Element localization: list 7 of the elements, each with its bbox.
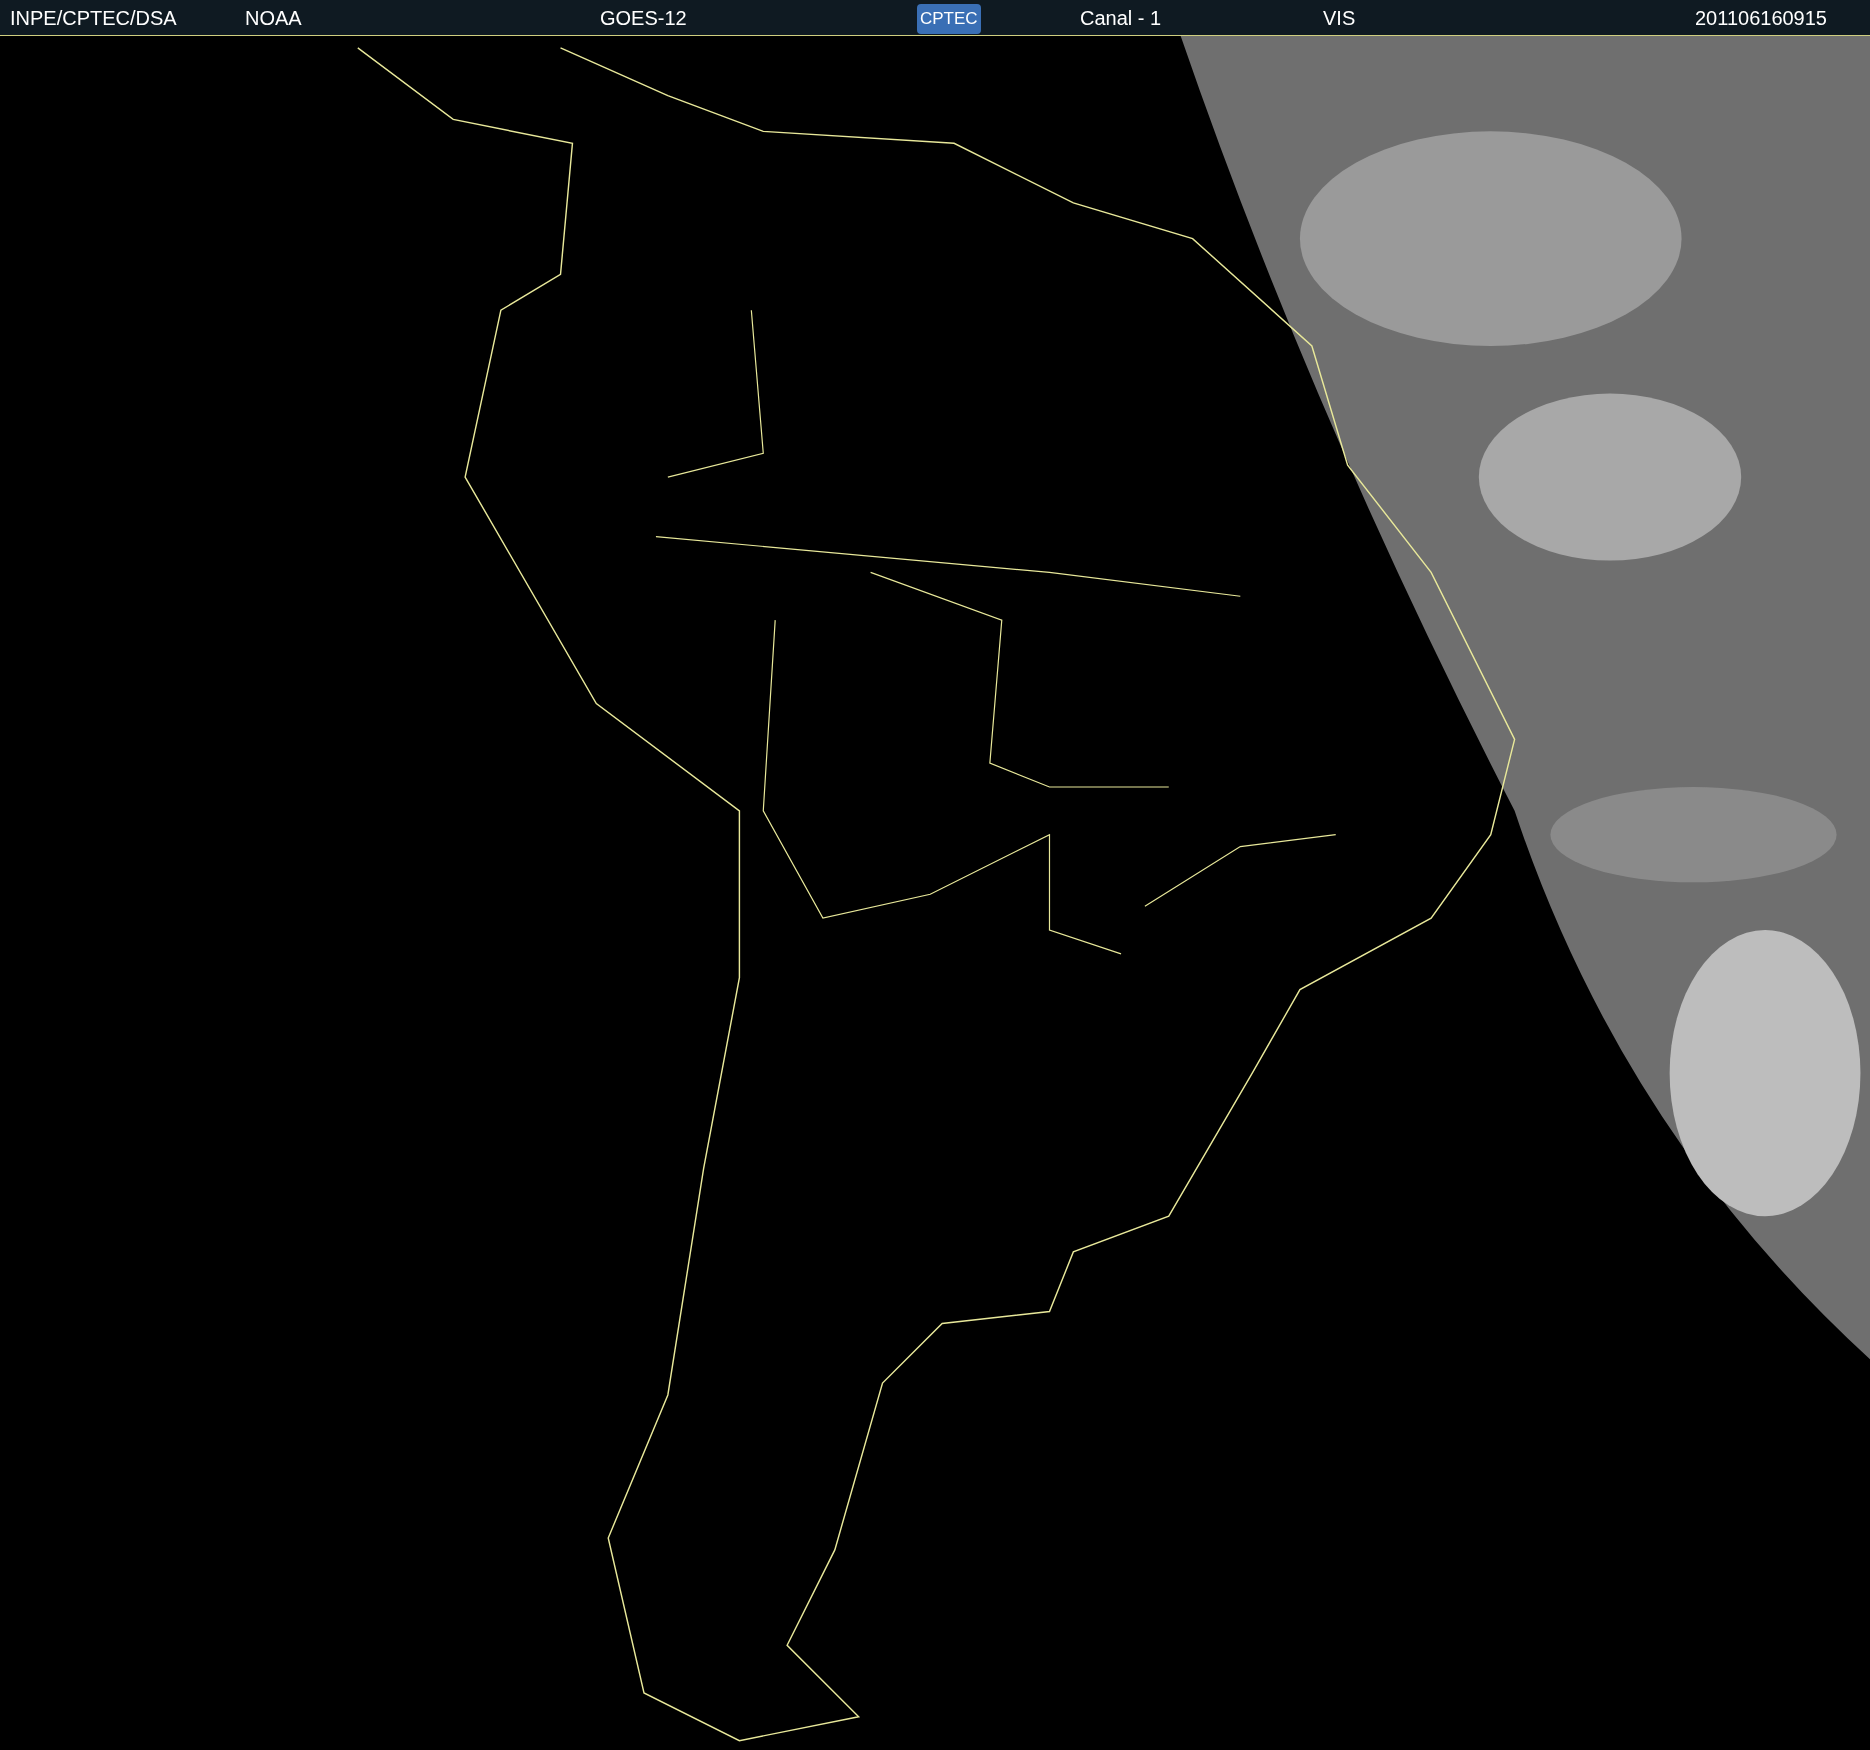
timestamp-label: 201106160915 — [1695, 6, 1827, 29]
satellite-label: GOES-12 — [600, 6, 687, 29]
channel-label: Canal - 1 — [1080, 6, 1162, 29]
band-label: VIS — [1323, 6, 1356, 29]
logo: CPTEC — [917, 3, 981, 34]
agency-label: NOAA — [245, 6, 302, 29]
source-label: INPE/CPTEC/DSA — [10, 6, 177, 29]
